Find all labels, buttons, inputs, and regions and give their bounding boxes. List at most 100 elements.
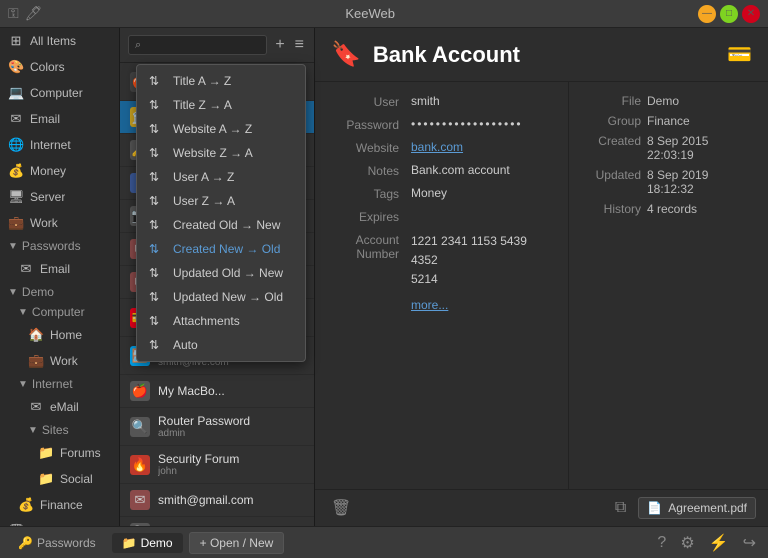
copy-button[interactable]: ⧉ <box>611 497 630 519</box>
delete-button[interactable]: 🗑 <box>327 496 355 520</box>
title-bar-left: ⚿ 🖊 <box>8 5 42 22</box>
sidebar-item-pw-email[interactable]: ✉ Email <box>10 256 119 282</box>
field-value-password: •••••••••••••••••• <box>411 117 523 131</box>
sort-updated-new-old[interactable]: ⇅ Updated New → Old <box>137 285 305 309</box>
meta-value-created: 8 Sep 2015 22:03:19 <box>647 134 756 162</box>
sidebar-item-all-items[interactable]: ⊞ All Items <box>0 28 119 54</box>
footer-actions-right: ⧉ 📄 Agreement.pdf <box>611 497 756 519</box>
list-item-title: My MacBo... <box>158 384 225 398</box>
tab-passwords[interactable]: 🔑 Passwords <box>8 533 106 553</box>
meta-label-group: Group <box>581 114 641 128</box>
attachment-button[interactable]: 📄 Agreement.pdf <box>638 497 756 519</box>
sidebar-item-money[interactable]: 💰 Money <box>0 158 119 184</box>
sort-user-z-a[interactable]: ⇅ User Z → A <box>137 189 305 213</box>
demo-internet-children: ✉ eMail ▼ Sites 📁 Forums 📁 Social <box>10 394 119 492</box>
sort-label: Created Old → New <box>173 218 280 232</box>
sidebar-item-internet[interactable]: 🌐 Internet <box>0 132 119 158</box>
settings-button[interactable]: ⚙ <box>676 531 698 555</box>
card-icon[interactable]: 💳 <box>727 42 752 67</box>
sidebar-item-trash[interactable]: 🗑 Trash <box>0 518 119 526</box>
sort-user-a-z[interactable]: ⇅ User A → Z <box>137 165 305 189</box>
detail-fields: User smith Password •••••••••••••••••• W… <box>315 82 568 489</box>
attachment-icon: 📄 <box>647 501 662 515</box>
app-title: KeeWeb <box>42 6 698 21</box>
field-notes: Notes Bank.com account <box>331 163 552 178</box>
field-value-more[interactable]: more... <box>411 298 448 312</box>
sort-website-a-z[interactable]: ⇅ Website A → Z <box>137 117 305 141</box>
list-item-my-macbook[interactable]: 🍎 My MacBo... <box>120 375 314 408</box>
sort-auto[interactable]: ⇅ Auto <box>137 333 305 357</box>
sidebar-trash-label: Trash <box>30 524 60 526</box>
work-sub-icon: 💼 <box>28 353 44 369</box>
minimize-button[interactable]: — <box>698 5 716 23</box>
sort-website-z-a[interactable]: ⇅ Website Z → A <box>137 141 305 165</box>
meta-file: File Demo <box>581 94 756 108</box>
sidebar-item-work[interactable]: 💼 Work <box>0 210 119 236</box>
sort-updated-old-new[interactable]: ⇅ Updated Old → New <box>137 261 305 285</box>
sidebar-item-email[interactable]: ✉ Email <box>0 106 119 132</box>
demo-sites-header[interactable]: ▼ Sites <box>20 420 119 440</box>
sort-created-new-old[interactable]: ⇅ Created New → Old <box>137 237 305 261</box>
field-account-number: Account Number 1221 2341 1153 5439 43525… <box>331 232 552 290</box>
meta-value-group: Finance <box>647 114 690 128</box>
open-new-button[interactable]: + Open / New <box>189 532 285 554</box>
sidebar-item-computer[interactable]: 💻 Computer <box>0 80 119 106</box>
list-item-smith-gmail[interactable]: ✉ smith@gmail.com <box>120 484 314 517</box>
tab-demo[interactable]: 📁 Demo <box>112 533 183 553</box>
search-input[interactable] <box>145 38 260 52</box>
field-value-website[interactable]: bank.com <box>411 140 463 154</box>
computer-icon: 💻 <box>8 85 24 101</box>
list-item-icon: 🍎 <box>130 381 150 401</box>
expand-icon: ▼ <box>28 425 38 436</box>
exit-button[interactable]: ↪ <box>739 531 760 555</box>
email-icon: ✉ <box>8 111 24 127</box>
meta-group: Group Finance <box>581 114 756 128</box>
meta-label-updated: Updated <box>581 168 641 196</box>
window-controls: — □ ✕ <box>698 5 760 23</box>
sort-icon: ⇅ <box>149 74 165 88</box>
sidebar-item-forums[interactable]: 📁 Forums <box>30 440 119 466</box>
sidebar-item-email-sub[interactable]: ✉ eMail <box>20 394 119 420</box>
close-button[interactable]: ✕ <box>742 5 760 23</box>
sort-label: User A → Z <box>173 170 234 184</box>
sidebar-item-social[interactable]: 📁 Social <box>30 466 119 492</box>
list-item-icon: 🔥 <box>130 455 150 475</box>
sidebar-item-home[interactable]: 🏠 Home <box>20 322 119 348</box>
field-expires: Expires <box>331 209 552 224</box>
sidebar-item-label: Server <box>30 190 65 204</box>
sort-title-z-a[interactable]: ⇅ Title Z → A <box>137 93 305 117</box>
sidebar-item-colors[interactable]: 🎨 Colors <box>0 54 119 80</box>
sort-label: User Z → A <box>173 194 235 208</box>
list-item-router[interactable]: 🔍 Router Password admin <box>120 408 314 446</box>
list-item-super-secret[interactable]: 🔍 Super Secret Server <box>120 517 314 526</box>
sort-attachments[interactable]: ⇅ Attachments <box>137 309 305 333</box>
maximize-button[interactable]: □ <box>720 5 738 23</box>
field-more[interactable]: more... <box>331 298 552 312</box>
add-entry-button[interactable]: + <box>273 34 286 56</box>
sidebar-item-server[interactable]: 🖥 Server <box>0 184 119 210</box>
sort-label: Updated Old → New <box>173 266 283 280</box>
list-item-security-forum[interactable]: 🔥 Security Forum john <box>120 446 314 484</box>
server-icon: 🖥 <box>8 189 24 205</box>
demo-computer-header[interactable]: ▼ Computer <box>10 302 119 322</box>
demo-internet-header[interactable]: ▼ Internet <box>10 374 119 394</box>
demo-group-header[interactable]: ▼ Demo <box>0 282 119 302</box>
sidebar-item-work-sub[interactable]: 💼 Work <box>20 348 119 374</box>
sidebar-item-label: eMail <box>50 400 79 414</box>
sort-label: Website Z → A <box>173 146 253 160</box>
sort-created-old-new[interactable]: ⇅ Created Old → New <box>137 213 305 237</box>
internet-icon: 🌐 <box>8 137 24 153</box>
sort-button[interactable]: ≡ <box>293 34 306 56</box>
meta-value-updated: 8 Sep 2019 18:12:32 <box>647 168 756 196</box>
sort-icon: ⇅ <box>149 338 165 352</box>
list-panel: ⌕ + ≡ 🍎 Apple ID smith@icloud.com 🏦 Bank… <box>120 28 315 526</box>
meta-created: Created 8 Sep 2015 22:03:19 <box>581 134 756 162</box>
app-body: ⊞ All Items 🎨 Colors 💻 Computer ✉ Email … <box>0 28 768 526</box>
sort-title-a-z[interactable]: ⇅ Title A → Z <box>137 69 305 93</box>
sidebar-item-finance[interactable]: 💰 Finance <box>10 492 119 518</box>
help-button[interactable]: ? <box>653 532 670 554</box>
sidebar-item-label: Forums <box>60 446 101 460</box>
list-item-icon: ✉ <box>130 490 150 510</box>
passwords-group-header[interactable]: ▼ Passwords <box>0 236 119 256</box>
lock-button[interactable]: ⚡ <box>705 531 733 555</box>
